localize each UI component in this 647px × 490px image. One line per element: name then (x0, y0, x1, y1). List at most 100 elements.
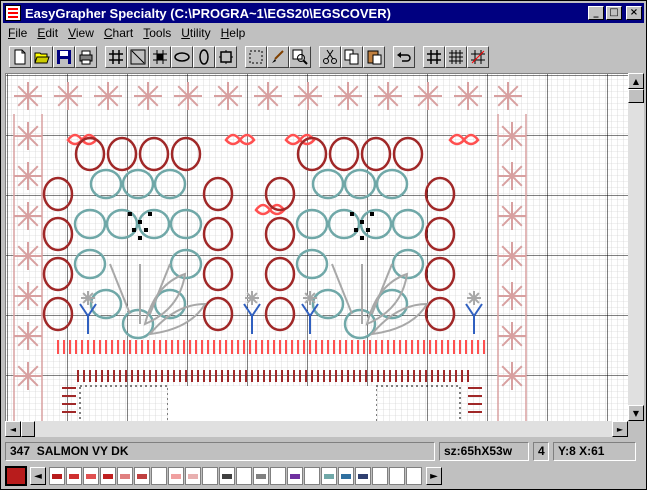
grid-a-icon (427, 50, 441, 64)
print-button[interactable] (75, 46, 97, 68)
status-field-num: 4 (533, 441, 549, 461)
app-icon[interactable] (5, 5, 21, 21)
line-icon (130, 49, 146, 65)
palette-swatch[interactable] (202, 467, 218, 485)
copy-icon (344, 49, 359, 65)
palette-swatch[interactable] (270, 467, 286, 485)
palette-prev-button[interactable]: ◄ (30, 467, 46, 485)
new-button[interactable] (9, 46, 31, 68)
palette-swatch[interactable] (321, 467, 337, 485)
circle-button[interactable] (193, 46, 215, 68)
palette-swatch[interactable] (83, 467, 99, 485)
border-motif (14, 202, 42, 230)
copy-button[interactable] (341, 46, 363, 68)
flower-center-stitch (144, 228, 148, 232)
flower-center-stitch (138, 220, 142, 224)
scroll-right-button[interactable]: ► (612, 421, 628, 437)
palette-swatch[interactable] (287, 467, 303, 485)
grid-a-button[interactable] (423, 46, 445, 68)
cut-button[interactable] (319, 46, 341, 68)
flower-center-stitch (354, 228, 358, 232)
label-area (168, 386, 376, 421)
grid-b-button[interactable] (445, 46, 467, 68)
border-motif (14, 242, 42, 270)
scroll-left-button[interactable]: ◄ (5, 421, 21, 437)
save-button[interactable] (53, 46, 75, 68)
chart-canvas[interactable] (5, 73, 628, 421)
select-button[interactable] (245, 46, 267, 68)
border-motif (14, 322, 42, 350)
menu-help[interactable]: Help (216, 26, 251, 40)
current-color-swatch[interactable] (5, 466, 27, 486)
sprig-star (303, 291, 317, 305)
palette-swatch[interactable] (253, 467, 269, 485)
palette-swatch[interactable] (168, 467, 184, 485)
palette-swatch[interactable] (355, 467, 371, 485)
menu-edit[interactable]: Edit (32, 26, 63, 40)
flower-center-stitch (132, 228, 136, 232)
grid-c-icon (471, 50, 485, 64)
border-motif (14, 282, 42, 310)
toolbar (9, 44, 489, 70)
color-name: SALMON VY DK (36, 444, 129, 458)
palette-swatch[interactable] (100, 467, 116, 485)
border-motif (14, 362, 42, 390)
border-motif (498, 322, 526, 350)
grid-c-button[interactable] (467, 46, 489, 68)
palette-swatch[interactable] (134, 467, 150, 485)
box-button[interactable] (215, 46, 237, 68)
palette-next-button[interactable]: ► (426, 467, 442, 485)
horizontal-scroll-thumb[interactable] (21, 421, 35, 437)
palette-swatch[interactable] (151, 467, 167, 485)
open-button[interactable] (31, 46, 53, 68)
menu-file[interactable]: File (3, 26, 32, 40)
maximize-button[interactable]: □ (606, 6, 622, 20)
close-button[interactable]: × (626, 6, 642, 20)
scrollbar-corner (628, 421, 644, 437)
menu-view[interactable]: View (63, 26, 99, 40)
minimize-button[interactable]: _ (588, 6, 604, 20)
border-motif (498, 242, 526, 270)
sprig-star (245, 291, 259, 305)
title-bar[interactable]: EasyGrapher Specialty (C:\PROGRA~1\EGS20… (3, 3, 644, 23)
scroll-up-button[interactable]: ▲ (628, 73, 644, 89)
palette-swatch[interactable] (304, 467, 320, 485)
select-icon (249, 50, 263, 64)
new-icon (14, 49, 26, 65)
circle-icon (199, 49, 209, 65)
menu-tools[interactable]: Tools (138, 26, 176, 40)
vertical-scrollbar[interactable]: ▲ ▼ (628, 73, 644, 421)
grid-button[interactable] (105, 46, 127, 68)
line-button[interactable] (127, 46, 149, 68)
palette-swatch[interactable] (49, 467, 65, 485)
menu-bar: File Edit View Chart Tools Utility Help (3, 24, 250, 42)
palette-swatch[interactable] (236, 467, 252, 485)
flower-center-stitch (128, 212, 132, 216)
vertical-scroll-thumb[interactable] (628, 89, 644, 103)
grid-fill-button[interactable] (149, 46, 171, 68)
palette-swatch[interactable] (66, 467, 82, 485)
undo-button[interactable] (393, 46, 415, 68)
palette-swatch[interactable] (219, 467, 235, 485)
brush-button[interactable] (267, 46, 289, 68)
chart-pattern[interactable] (6, 74, 628, 421)
box-icon (219, 50, 233, 64)
palette-swatch[interactable] (406, 467, 422, 485)
sprig-star (467, 291, 481, 305)
border-motif (498, 162, 526, 190)
ellipse-icon (174, 52, 190, 62)
palette-swatch[interactable] (185, 467, 201, 485)
palette-swatch[interactable] (389, 467, 405, 485)
palette-swatch[interactable] (372, 467, 388, 485)
scroll-down-button[interactable]: ▼ (628, 405, 644, 421)
palette-swatch[interactable] (338, 467, 354, 485)
palette-swatch[interactable] (117, 467, 133, 485)
horizontal-scrollbar[interactable]: ◄ ► (5, 421, 628, 437)
ellipse-button[interactable] (171, 46, 193, 68)
palette-swatches (49, 467, 423, 485)
zoom-button[interactable] (289, 46, 311, 68)
window-title: EasyGrapher Specialty (C:\PROGRA~1\EGS20… (25, 5, 391, 21)
paste-button[interactable] (363, 46, 385, 68)
menu-chart[interactable]: Chart (99, 26, 138, 40)
menu-utility[interactable]: Utility (176, 26, 215, 40)
